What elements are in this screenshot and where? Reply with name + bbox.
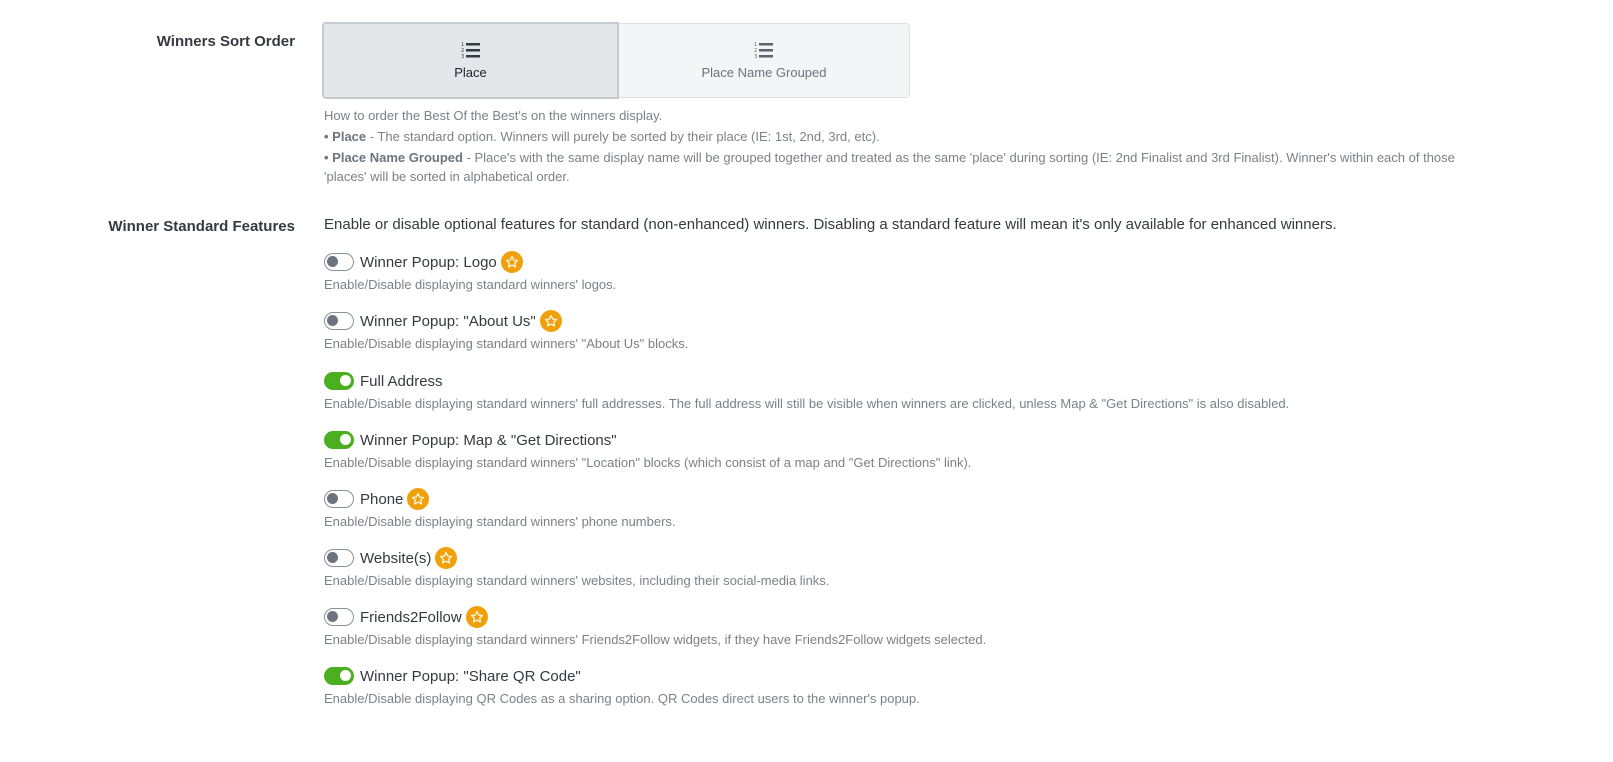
feature-item: Friends2Follow Enable/Disable displaying …: [324, 605, 1574, 649]
toggle-knob: [340, 434, 351, 445]
feature-label: Full Address: [360, 372, 443, 390]
feature-line: Winner Popup: Logo: [324, 250, 1574, 274]
feature-help: Enable/Disable displaying QR Codes as a …: [324, 691, 920, 706]
feature-toggle[interactable]: [324, 667, 354, 685]
feature-toggle[interactable]: [324, 253, 354, 271]
sort-help-intro: How to order the Best Of the Best's on t…: [324, 108, 663, 123]
sort-order-selector: 1 2 3 Place 1 2 3 Place Name Grouped: [322, 22, 910, 99]
toggle-knob: [340, 375, 351, 386]
premium-star-icon: [539, 310, 562, 332]
feature-help: Enable/Disable displaying standard winne…: [324, 514, 676, 529]
sort-option-label: Place: [454, 65, 487, 80]
sort-order-label: Winners Sort Order: [156, 33, 295, 50]
sort-help-place: • Place - The standard option. Winners w…: [324, 129, 880, 144]
settings-page: Winners Sort Order 1 2 3 Place 1 2 3 Pla…: [0, 0, 1613, 762]
feature-toggle[interactable]: [324, 431, 354, 449]
feature-toggle[interactable]: [324, 608, 354, 626]
feature-label: Winner Popup: "Share QR Code": [360, 667, 581, 685]
sort-option-place[interactable]: 1 2 3 Place: [322, 22, 619, 99]
toggle-knob: [327, 552, 338, 563]
feature-item: Full Address Enable/Disable displaying st…: [324, 369, 1574, 413]
ordered-list-icon: 1 2 3: [461, 42, 480, 59]
feature-help: Enable/Disable displaying standard winne…: [324, 632, 987, 647]
feature-label: Website(s): [360, 549, 432, 567]
sort-option-label: Place Name Grouped: [701, 65, 827, 80]
feature-help: Enable/Disable displaying standard winne…: [324, 336, 689, 351]
feature-line: Winner Popup: "Share QR Code": [324, 664, 1574, 688]
toggle-knob: [327, 611, 338, 622]
feature-toggle[interactable]: [324, 312, 354, 330]
svg-text:3: 3: [754, 54, 757, 59]
standard-features-intro: Enable or disable optional features for …: [324, 216, 1337, 233]
standard-features-label: Winner Standard Features: [108, 218, 295, 235]
feature-line: Full Address: [324, 369, 1574, 393]
premium-star-icon: [465, 606, 488, 628]
feature-item: Winner Popup: Map & "Get Directions" Enab…: [324, 428, 1574, 472]
feature-line: Friends2Follow: [324, 605, 1574, 629]
feature-label: Winner Popup: Map & "Get Directions": [360, 431, 617, 449]
feature-item: Winner Popup: "About Us" Enable/Disable d…: [324, 309, 1574, 353]
feature-label: Winner Popup: "About Us": [360, 312, 536, 330]
feature-toggle[interactable]: [324, 372, 354, 390]
feature-label: Winner Popup: Logo: [360, 253, 497, 271]
feature-line: Winner Popup: "About Us": [324, 309, 1574, 333]
sort-order-help: How to order the Best Of the Best's on t…: [324, 106, 1494, 188]
feature-help: Enable/Disable displaying standard winne…: [324, 277, 617, 292]
premium-star-icon: [407, 488, 430, 510]
feature-label: Phone: [360, 490, 404, 508]
feature-item: Phone Enable/Disable displaying standard …: [324, 487, 1574, 531]
sort-help-grouped: • Place Name Grouped - Place's with the …: [324, 150, 1455, 184]
feature-item: Winner Popup: "Share QR Code" Enable/Disa…: [324, 664, 1574, 708]
feature-line: Phone: [324, 487, 1574, 511]
sort-option-place-name-grouped[interactable]: 1 2 3 Place Name Grouped: [619, 23, 910, 98]
feature-line: Winner Popup: Map & "Get Directions": [324, 428, 1574, 452]
previous-section-fragment: [380, 0, 440, 2]
feature-line: Website(s): [324, 546, 1574, 570]
feature-toggle[interactable]: [324, 549, 354, 567]
feature-label: Friends2Follow: [360, 608, 462, 626]
feature-toggle[interactable]: [324, 490, 354, 508]
toggle-knob: [340, 670, 351, 681]
premium-star-icon: [500, 251, 523, 273]
ordered-list-icon: 1 2 3: [754, 42, 773, 59]
feature-help: Enable/Disable displaying standard winne…: [324, 455, 972, 470]
toggle-knob: [327, 493, 338, 504]
toggle-knob: [327, 256, 338, 267]
toggle-knob: [327, 315, 338, 326]
feature-help: Enable/Disable displaying standard winne…: [324, 573, 830, 588]
premium-star-icon: [435, 547, 458, 569]
feature-item: Website(s) Enable/Disable displaying stan…: [324, 546, 1574, 590]
feature-help: Enable/Disable displaying standard winne…: [324, 396, 1290, 411]
feature-item: Winner Popup: Logo Enable/Disable display…: [324, 250, 1574, 294]
svg-text:3: 3: [461, 54, 464, 59]
